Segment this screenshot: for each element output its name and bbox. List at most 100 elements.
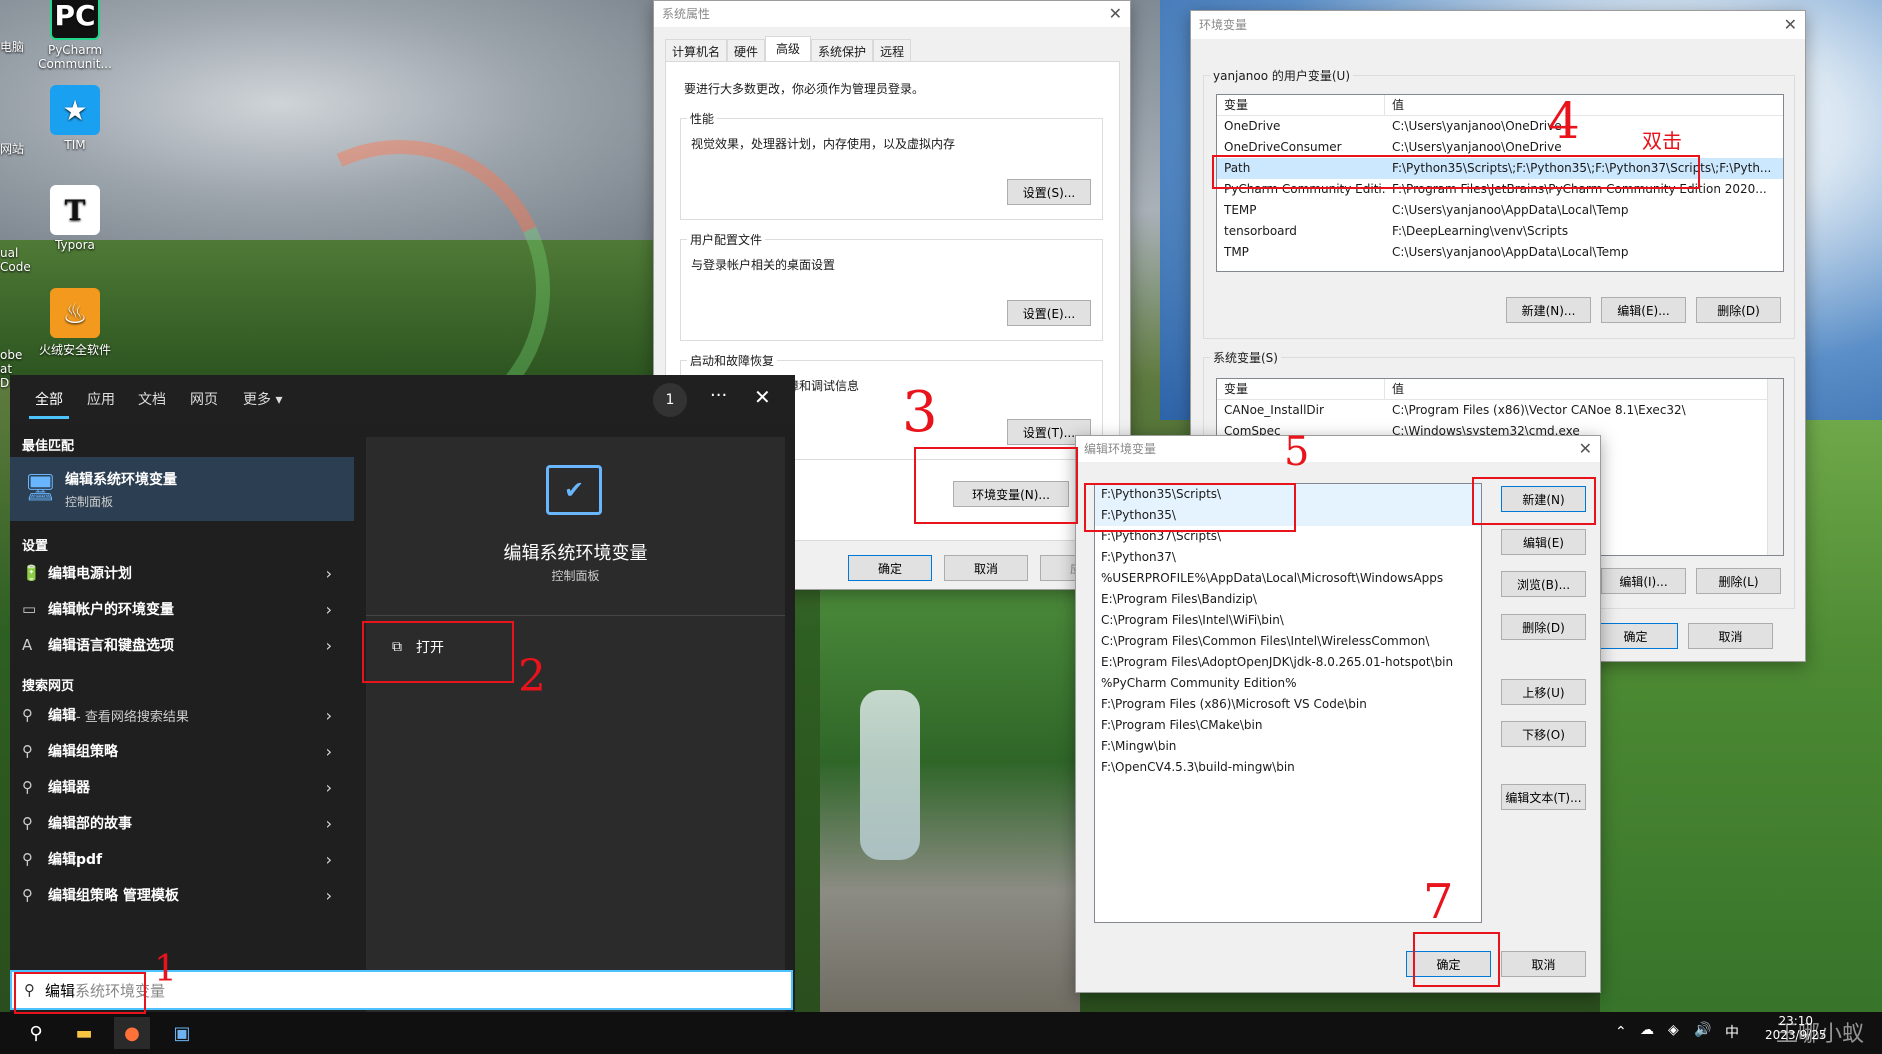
edit-text-button[interactable]: 编辑文本(T)... [1501,784,1586,810]
column-header-value[interactable]: 值 [1385,95,1783,115]
huorong-icon: ♨ [50,288,100,338]
system-edit-button[interactable]: 编辑(I)... [1601,568,1686,594]
column-header-variable[interactable]: 变量 [1217,95,1385,115]
list-item[interactable]: TMP C:\Users\yanjanoo\AppData\Local\Temp [1217,242,1783,263]
tab-all[interactable]: 全部 [29,389,69,419]
settings-item-language[interactable]: A 编辑语言和键盘选项 › [10,627,354,663]
scrollbar[interactable] [1767,379,1783,555]
best-match-item[interactable]: 🖥 编辑系统环境变量 控制面板 [10,457,354,521]
list-item[interactable]: TEMP C:\Users\yanjanoo\AppData\Local\Temp [1217,200,1783,221]
typora-icon: T [50,185,100,235]
volume-icon[interactable]: 🔊 [1694,1022,1711,1038]
tab-hardware[interactable]: 硬件 [727,39,766,61]
close-icon[interactable]: ✕ [1579,436,1592,462]
path-entry[interactable]: E:\Program Files\AdoptOpenJDK\jdk-8.0.26… [1095,652,1481,673]
list-item[interactable]: tensorboard F:\DeepLearning\venv\Scripts [1217,221,1783,242]
desktop-icon-huorong[interactable]: ♨ 火绒安全软件 [35,288,115,358]
tab-web[interactable]: 网页 [190,389,218,409]
performance-settings-button[interactable]: 设置(S)... [1007,179,1091,205]
web-result-item[interactable]: ⚲ 编辑部的故事 › [10,805,354,841]
firefox-icon[interactable]: ● [114,1017,150,1049]
path-entry[interactable]: C:\Program Files\Common Files\Intel\Wire… [1095,631,1481,652]
more-options-icon[interactable]: ··· [710,385,727,406]
tab-computer-name[interactable]: 计算机名 [665,39,728,61]
network-icon[interactable]: ◈ [1668,1022,1679,1038]
edit-entry-button[interactable]: 编辑(E) [1501,529,1586,555]
computer-settings-icon: 🖥 [24,473,58,503]
ok-button[interactable]: 确定 [1593,623,1678,649]
language-icon: A [22,636,33,654]
ok-button[interactable]: 确定 [848,555,932,581]
annotation-step-2: 2 [518,651,546,702]
path-entry[interactable]: C:\Program Files\Intel\WiFi\bin\ [1095,610,1481,631]
rewards-badge[interactable]: 1 [653,383,687,417]
tab-strip: 计算机名 硬件 高级 系统保护 远程 [665,36,912,61]
search-icon[interactable]: ⚲ [18,1017,54,1049]
start-menu-search: 全部 应用 文档 网页 更多 ▾ 1 ··· ✕ 最佳匹配 🖥 编辑系统环境变量… [10,375,795,1012]
settings-item-account-env[interactable]: ▭ 编辑帐户的环境变量 › [10,591,354,627]
web-result-item[interactable]: ⚲ 编辑器 › [10,769,354,805]
desktop-icon-pycharm[interactable]: PC PyCharm Communit... [35,0,115,71]
path-entry[interactable]: E:\Program Files\Bandizip\ [1095,589,1481,610]
list-item[interactable]: OneDrive C:\Users\yanjanoo\OneDrive [1217,116,1783,137]
web-result-item[interactable]: ⚲ 编辑组策略 › [10,733,354,769]
chevron-right-icon: › [325,849,332,869]
tab-documents[interactable]: 文档 [138,389,166,409]
user-delete-button[interactable]: 删除(D) [1696,297,1781,323]
web-result-item[interactable]: ⚲ 编辑组策略 管理模板 › [10,877,354,913]
tab-advanced[interactable]: 高级 [765,36,812,61]
user-new-button[interactable]: 新建(N)... [1506,297,1591,323]
tray-overflow-icon[interactable]: ⌃ [1615,1024,1627,1040]
best-match-subtitle: 控制面板 [65,495,114,509]
wallpaper-lakes [820,590,1080,1020]
column-header-variable[interactable]: 变量 [1217,379,1385,399]
admin-note: 要进行大多数更改，你必须作为管理员登录。 [684,82,925,96]
tab-system-protection[interactable]: 系统保护 [811,39,874,61]
search-tabs: 全部 应用 文档 网页 更多 ▾ 1 ··· ✕ [10,375,795,425]
annotation-step-1: 1 [154,949,177,990]
path-entry[interactable]: F:\Mingw\bin [1095,736,1481,757]
annotation-box-search [14,972,146,1014]
path-entry[interactable]: F:\Program Files (x86)\Microsoft VS Code… [1095,694,1481,715]
cancel-button[interactable]: 取消 [1688,623,1773,649]
user-profiles-settings-button[interactable]: 设置(E)... [1007,300,1091,326]
path-entry[interactable]: F:\Python37\ [1095,547,1481,568]
web-result-item[interactable]: ⚲ 编辑pdf › [10,841,354,877]
path-entry[interactable]: %PyCharm Community Edition% [1095,673,1481,694]
desktop-icon-tim[interactable]: ★ TIM [35,85,115,152]
tab-remote[interactable]: 远程 [873,39,912,61]
user-edit-button[interactable]: 编辑(E)... [1601,297,1686,323]
search-icon: ⚲ [22,886,33,904]
path-entry[interactable]: F:\Program Files\CMake\bin [1095,715,1481,736]
cancel-button[interactable]: 取消 [1501,951,1586,977]
delete-entry-button[interactable]: 删除(D) [1501,614,1586,640]
list-item[interactable]: CANoe_InstallDir C:\Program Files (x86)\V… [1217,400,1783,421]
settings-item-power-plan[interactable]: 🔋 编辑电源计划 › [10,555,354,591]
dialog-title: 系统属性 ✕ [654,1,1130,27]
web-result-item[interactable]: ⚲ 编辑 - 查看网络搜索结果 › [10,697,354,733]
column-header-value[interactable]: 值 [1385,379,1783,399]
input-method-indicator[interactable]: 中 [1725,1022,1739,1042]
group-label: 系统变量(S) [1210,349,1281,366]
system-properties-icon[interactable]: ▣ [164,1017,200,1049]
browse-button[interactable]: 浏览(B)... [1501,571,1586,597]
path-entry[interactable]: %USERPROFILE%\AppData\Local\Microsoft\Wi… [1095,568,1481,589]
file-explorer-icon[interactable]: ▬ [66,1017,102,1049]
tab-apps[interactable]: 应用 [87,389,115,409]
tab-more[interactable]: 更多 ▾ [243,389,282,409]
desktop-icon-typora[interactable]: T Typora [35,185,115,252]
move-down-button[interactable]: 下移(O) [1501,721,1586,747]
annotation-box-open [362,621,514,683]
move-up-button[interactable]: 上移(U) [1501,679,1586,705]
preview-pane: ✔ 编辑系统环境变量 控制面板 ⧉ 打开 [366,437,785,1012]
system-delete-button[interactable]: 删除(L) [1696,568,1781,594]
cloud-icon[interactable]: ☁ [1640,1022,1654,1038]
path-entries-list[interactable]: F:\Python35\Scripts\ F:\Python35\ F:\Pytho… [1094,483,1482,923]
close-icon[interactable]: ✕ [1784,11,1797,39]
path-entry[interactable]: F:\OpenCV4.5.3\build-mingw\bin [1095,757,1481,778]
performance-group: 性能 视觉效果，处理器计划，内存使用，以及虚拟内存 设置(S)... [680,110,1103,220]
chevron-right-icon: › [325,599,332,619]
close-icon[interactable]: ✕ [754,385,771,409]
close-icon[interactable]: ✕ [1109,1,1122,27]
cancel-button[interactable]: 取消 [944,555,1028,581]
